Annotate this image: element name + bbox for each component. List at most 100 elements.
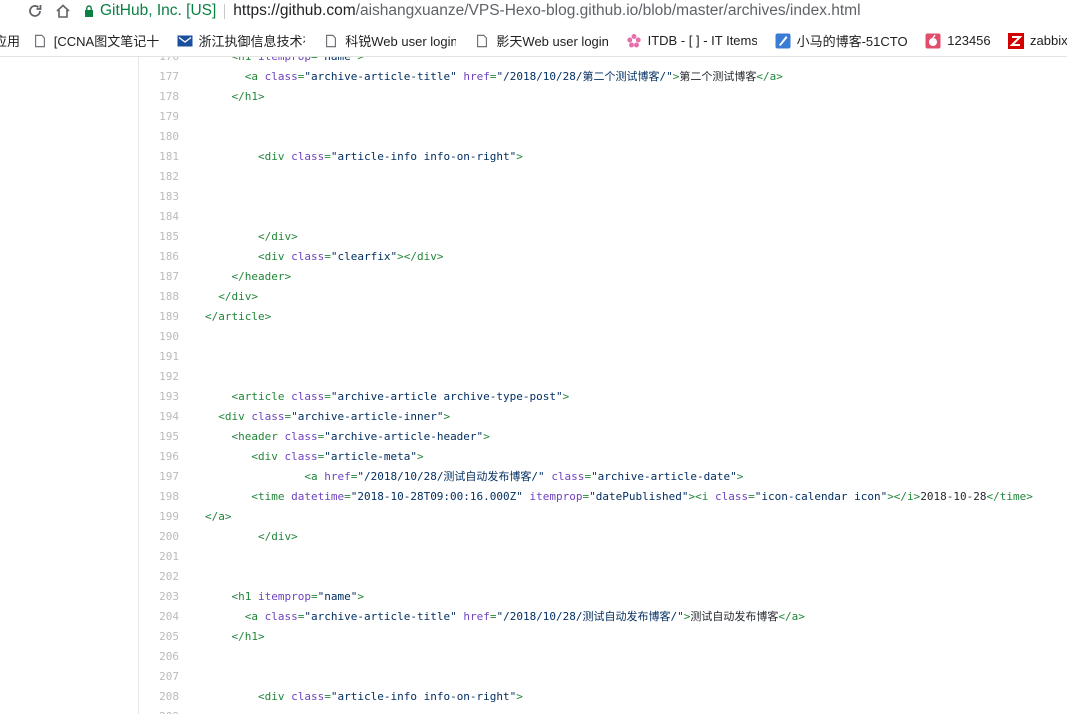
bookmark-label: zabbix xyxy=(1030,33,1067,48)
line-number[interactable]: 182 xyxy=(138,167,179,187)
code-token: class xyxy=(264,70,298,83)
line-number[interactable]: 186 xyxy=(138,247,179,267)
bookmark-itdb[interactable]: ITDB - [ ] - IT Items xyxy=(626,33,757,49)
code-token: > xyxy=(516,690,523,703)
bookmark-ccna[interactable]: [CCNA图文笔记十七] xyxy=(32,31,159,50)
line-number[interactable]: 201 xyxy=(138,547,179,567)
line-number[interactable]: 207 xyxy=(138,667,179,687)
line-number[interactable]: 194 xyxy=(138,407,179,427)
code-token: > xyxy=(357,57,364,63)
code-token: </time> xyxy=(986,490,1033,503)
code-text: <div class="archive-article-inner"> xyxy=(205,407,450,427)
code-token: <header xyxy=(231,430,285,443)
line-number[interactable]: 208 xyxy=(138,687,179,707)
line-number[interactable]: 179 xyxy=(138,107,179,127)
bookmark-51cto[interactable]: 小马的博客-51CTO博 xyxy=(775,31,907,50)
code-line: 193 <article class="archive-article arch… xyxy=(0,387,1067,407)
code-line: 191 xyxy=(0,347,1067,367)
code-token: > xyxy=(357,590,364,603)
code-line: 205 </h1> xyxy=(0,627,1067,647)
code-token: "/2018/10/28/第二个测试博客/" xyxy=(496,70,673,83)
code-text: </div> xyxy=(205,287,258,307)
bookmark-kerui[interactable]: 科锐Web user login xyxy=(323,31,456,50)
code-token: = xyxy=(310,590,318,603)
url-field[interactable]: https://github.com/aishangxuanze/VPS-Hex… xyxy=(233,2,860,20)
home-icon[interactable] xyxy=(52,1,74,21)
code-line: 194 <div class="archive-article-inner"> xyxy=(0,407,1067,427)
line-number[interactable]: 183 xyxy=(138,187,179,207)
line-number[interactable]: 205 xyxy=(138,627,179,647)
line-number[interactable]: 193 xyxy=(138,387,179,407)
line-number[interactable]: 178 xyxy=(138,87,179,107)
line-number[interactable]: 195 xyxy=(138,427,179,447)
line-number[interactable]: 192 xyxy=(138,367,179,387)
line-number[interactable]: 187 xyxy=(138,267,179,287)
code-token: class xyxy=(291,150,325,163)
code-viewer: 176 <h1 itemprop="name">177 <a class="ar… xyxy=(0,57,1067,714)
code-text: <header class="archive-article-header"> xyxy=(205,427,490,447)
code-token: "archive-article-title" xyxy=(304,70,457,83)
code-token: "archive-article-inner" xyxy=(291,410,444,423)
code-line: 192 xyxy=(0,367,1067,387)
code-token: itemprop xyxy=(258,590,311,603)
line-number[interactable]: 181 xyxy=(138,147,179,167)
code-token: itemprop xyxy=(258,57,311,63)
line-number[interactable]: 202 xyxy=(138,567,179,587)
bookmark-zhejiang[interactable]: 浙江执御信息技术有限 xyxy=(177,31,306,50)
code-line: 209 xyxy=(0,707,1067,714)
bookmark-yingtian[interactable]: 影天Web user login xyxy=(474,31,608,50)
bookmark-apps[interactable]: 应用 xyxy=(0,31,20,50)
line-number[interactable]: 197 xyxy=(138,467,179,487)
line-number[interactable]: 177 xyxy=(138,67,179,87)
code-token: "/2018/10/28/测试自动发布博客/" xyxy=(496,610,684,623)
line-number[interactable]: 189 xyxy=(138,307,179,327)
page-icon xyxy=(323,33,339,49)
mail-icon xyxy=(177,33,193,49)
bookmark-label: 浙江执御信息技术有限 xyxy=(198,34,306,49)
code-line: 198 <time datetime="2018-10-28T09:00:16.… xyxy=(0,487,1067,507)
line-number[interactable]: 206 xyxy=(138,647,179,667)
bookmark-123456[interactable]: 123456 xyxy=(925,33,990,49)
line-number[interactable]: 184 xyxy=(138,207,179,227)
line-number[interactable]: 196 xyxy=(138,447,179,467)
code-token: <div xyxy=(218,410,252,423)
site-identity-label[interactable]: GitHub, Inc. [US] xyxy=(100,2,216,20)
line-number[interactable]: 209 xyxy=(138,707,179,714)
code-line: 196 <div class="article-meta"> xyxy=(0,447,1067,467)
code-line: 183 xyxy=(0,187,1067,207)
reload-icon[interactable] xyxy=(24,1,46,21)
line-number[interactable]: 203 xyxy=(138,587,179,607)
code-token: class xyxy=(264,610,298,623)
lock-icon[interactable] xyxy=(84,5,94,17)
line-number[interactable]: 180 xyxy=(138,127,179,147)
line-number[interactable]: 191 xyxy=(138,347,179,367)
code-line: 180 xyxy=(0,127,1067,147)
code-line: 178 </h1> xyxy=(0,87,1067,107)
line-number[interactable]: 190 xyxy=(138,327,179,347)
code-token: href xyxy=(324,470,351,483)
code-token: = xyxy=(748,490,755,503)
code-token: > xyxy=(516,150,523,163)
code-token: <article xyxy=(231,390,292,403)
bookmark-zabbix[interactable]: zabbix xyxy=(1008,32,1067,49)
line-number[interactable]: 200 xyxy=(138,527,179,547)
line-number[interactable]: 199 xyxy=(138,507,179,527)
line-number[interactable]: 185 xyxy=(138,227,179,247)
line-number[interactable]: 176 xyxy=(138,57,179,67)
code-line: 197 <a href="/2018/10/28/测试自动发布博客/" clas… xyxy=(0,467,1067,487)
line-number[interactable]: 198 xyxy=(138,487,179,507)
code-line: 187 </header> xyxy=(0,267,1067,287)
line-number[interactable]: 204 xyxy=(138,607,179,627)
line-number[interactable]: 188 xyxy=(138,287,179,307)
code-token: "name" xyxy=(318,57,358,63)
